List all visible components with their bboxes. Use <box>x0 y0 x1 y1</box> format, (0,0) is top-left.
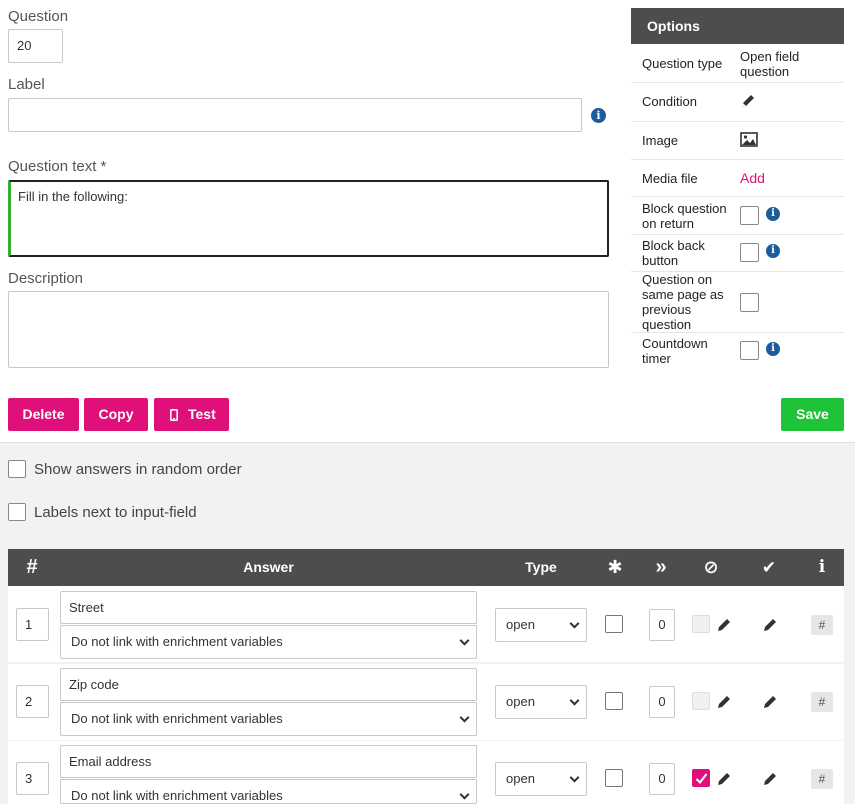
skip-count-input[interactable]: 0 <box>649 609 675 641</box>
media-file-add-link[interactable]: Add <box>740 171 765 186</box>
variable-hash-button[interactable]: # <box>811 615 833 635</box>
block-question-info-icon[interactable]: i <box>766 207 780 221</box>
answer-number-input[interactable]: 2 <box>16 685 49 718</box>
type-select[interactable]: open <box>495 762 587 796</box>
delete-button[interactable]: Delete <box>8 398 79 431</box>
chevron-down-icon <box>459 789 470 800</box>
chevron-down-icon <box>459 712 470 723</box>
exclusive-checkbox[interactable] <box>692 692 710 710</box>
correct-edit-pencil-icon[interactable] <box>762 694 778 710</box>
col-answer-header: Answer <box>243 559 294 575</box>
answer-text-input[interactable]: Zip code <box>60 668 477 701</box>
required-asterisk-icon: ✱ <box>607 557 623 577</box>
exclusive-ban-icon: ⊘ <box>703 557 719 577</box>
required-checkbox[interactable] <box>605 615 623 633</box>
image-picture-icon[interactable] <box>740 132 758 147</box>
answer-number-input[interactable]: 3 <box>16 762 49 795</box>
type-select[interactable]: open <box>495 685 587 719</box>
enrichment-select-value: Do not link with enrichment variables <box>71 711 283 726</box>
type-select-value: open <box>506 617 535 632</box>
labels-next-label: Labels next to input-field <box>34 504 197 521</box>
label-input[interactable] <box>8 98 582 132</box>
label-label: Label <box>8 76 45 93</box>
question-type-label: Question type <box>642 56 723 71</box>
image-label: Image <box>642 133 679 148</box>
block-back-label: Block back button <box>642 238 705 268</box>
block-back-checkbox[interactable] <box>740 243 759 262</box>
condition-edit-pencil-icon[interactable] <box>740 93 756 109</box>
required-checkbox[interactable] <box>605 769 623 787</box>
chevron-down-icon <box>459 635 470 646</box>
random-order-checkbox[interactable] <box>8 460 26 478</box>
correct-edit-pencil-icon[interactable] <box>762 771 778 787</box>
chevron-down-icon <box>569 772 580 783</box>
option-condition: Condition <box>631 83 844 122</box>
skip-count-input[interactable]: 0 <box>649 686 675 718</box>
question-label: Question <box>8 8 69 25</box>
option-countdown: Countdown timer i <box>631 333 844 370</box>
block-back-info-icon[interactable]: i <box>766 244 780 258</box>
col-hash-header: # <box>26 556 38 578</box>
media-file-label: Media file <box>642 171 698 186</box>
exclusive-checkbox[interactable] <box>692 615 710 633</box>
test-button-label: Test <box>188 406 216 422</box>
skip-chevrons-icon: » <box>655 556 667 578</box>
question-number-input[interactable]: 20 <box>8 29 63 63</box>
description-input[interactable] <box>8 291 609 368</box>
required-checkbox[interactable] <box>605 692 623 710</box>
answer-text-input[interactable]: Street <box>60 591 477 624</box>
mobile-phone-icon <box>170 409 178 421</box>
answer-number-input[interactable]: 1 <box>16 608 49 641</box>
info-header-icon: i <box>818 557 826 577</box>
description-label: Description <box>8 270 84 287</box>
option-block-back: Block back button i <box>631 235 844 272</box>
option-question-type: Question type Open field question <box>631 44 844 83</box>
labels-next-checkbox[interactable] <box>8 503 26 521</box>
chevron-down-icon <box>569 618 580 629</box>
condition-label: Condition <box>642 94 697 109</box>
enrichment-select-value: Do not link with enrichment variables <box>71 788 283 803</box>
enrichment-select[interactable]: Do not link with enrichment variables <box>60 779 477 804</box>
countdown-checkbox[interactable] <box>740 341 759 360</box>
enrichment-select[interactable]: Do not link with enrichment variables <box>60 625 477 659</box>
skip-count-input[interactable]: 0 <box>649 763 675 795</box>
enrichment-select-value: Do not link with enrichment variables <box>71 634 283 649</box>
type-select-value: open <box>506 771 535 786</box>
correct-edit-pencil-icon[interactable] <box>762 617 778 633</box>
save-button[interactable]: Save <box>781 398 844 431</box>
option-media-file: Media file Add <box>631 160 844 197</box>
col-type-header: Type <box>525 559 557 575</box>
exclusive-edit-pencil-icon[interactable] <box>716 771 732 787</box>
same-page-label: Question on same page as previous questi… <box>642 272 724 332</box>
option-image: Image <box>631 122 844 160</box>
type-select-value: open <box>506 694 535 709</box>
chevron-down-icon <box>569 695 580 706</box>
question-text-label: Question text * <box>8 158 107 175</box>
type-select[interactable]: open <box>495 608 587 642</box>
question-text-value: Fill in the following: <box>18 189 128 204</box>
countdown-label: Countdown timer <box>642 336 708 366</box>
countdown-info-icon[interactable]: i <box>766 342 780 356</box>
variable-hash-button[interactable]: # <box>811 692 833 712</box>
option-block-question: Block question on return i <box>631 197 844 235</box>
question-type-value: Open field question <box>740 49 800 79</box>
correct-check-icon: ✔ <box>761 558 777 577</box>
exclusive-edit-pencil-icon[interactable] <box>716 694 732 710</box>
question-text-input[interactable]: Fill in the following: <box>8 180 609 257</box>
option-same-page: Question on same page as previous questi… <box>631 272 844 333</box>
random-order-label: Show answers in random order <box>34 461 242 478</box>
exclusive-checkbox-checked[interactable] <box>692 769 710 787</box>
same-page-checkbox[interactable] <box>740 293 759 312</box>
enrichment-select[interactable]: Do not link with enrichment variables <box>60 702 477 736</box>
label-info-icon[interactable]: i <box>591 108 606 123</box>
exclusive-edit-pencil-icon[interactable] <box>716 617 732 633</box>
answer-text-input[interactable]: Email address <box>60 745 477 778</box>
block-question-checkbox[interactable] <box>740 206 759 225</box>
variable-hash-button[interactable]: # <box>811 769 833 789</box>
copy-button[interactable]: Copy <box>84 398 148 431</box>
test-button[interactable]: Test <box>154 398 229 431</box>
options-header: Options <box>631 8 844 44</box>
block-question-label: Block question on return <box>642 201 727 231</box>
checkmark-icon <box>695 773 708 785</box>
